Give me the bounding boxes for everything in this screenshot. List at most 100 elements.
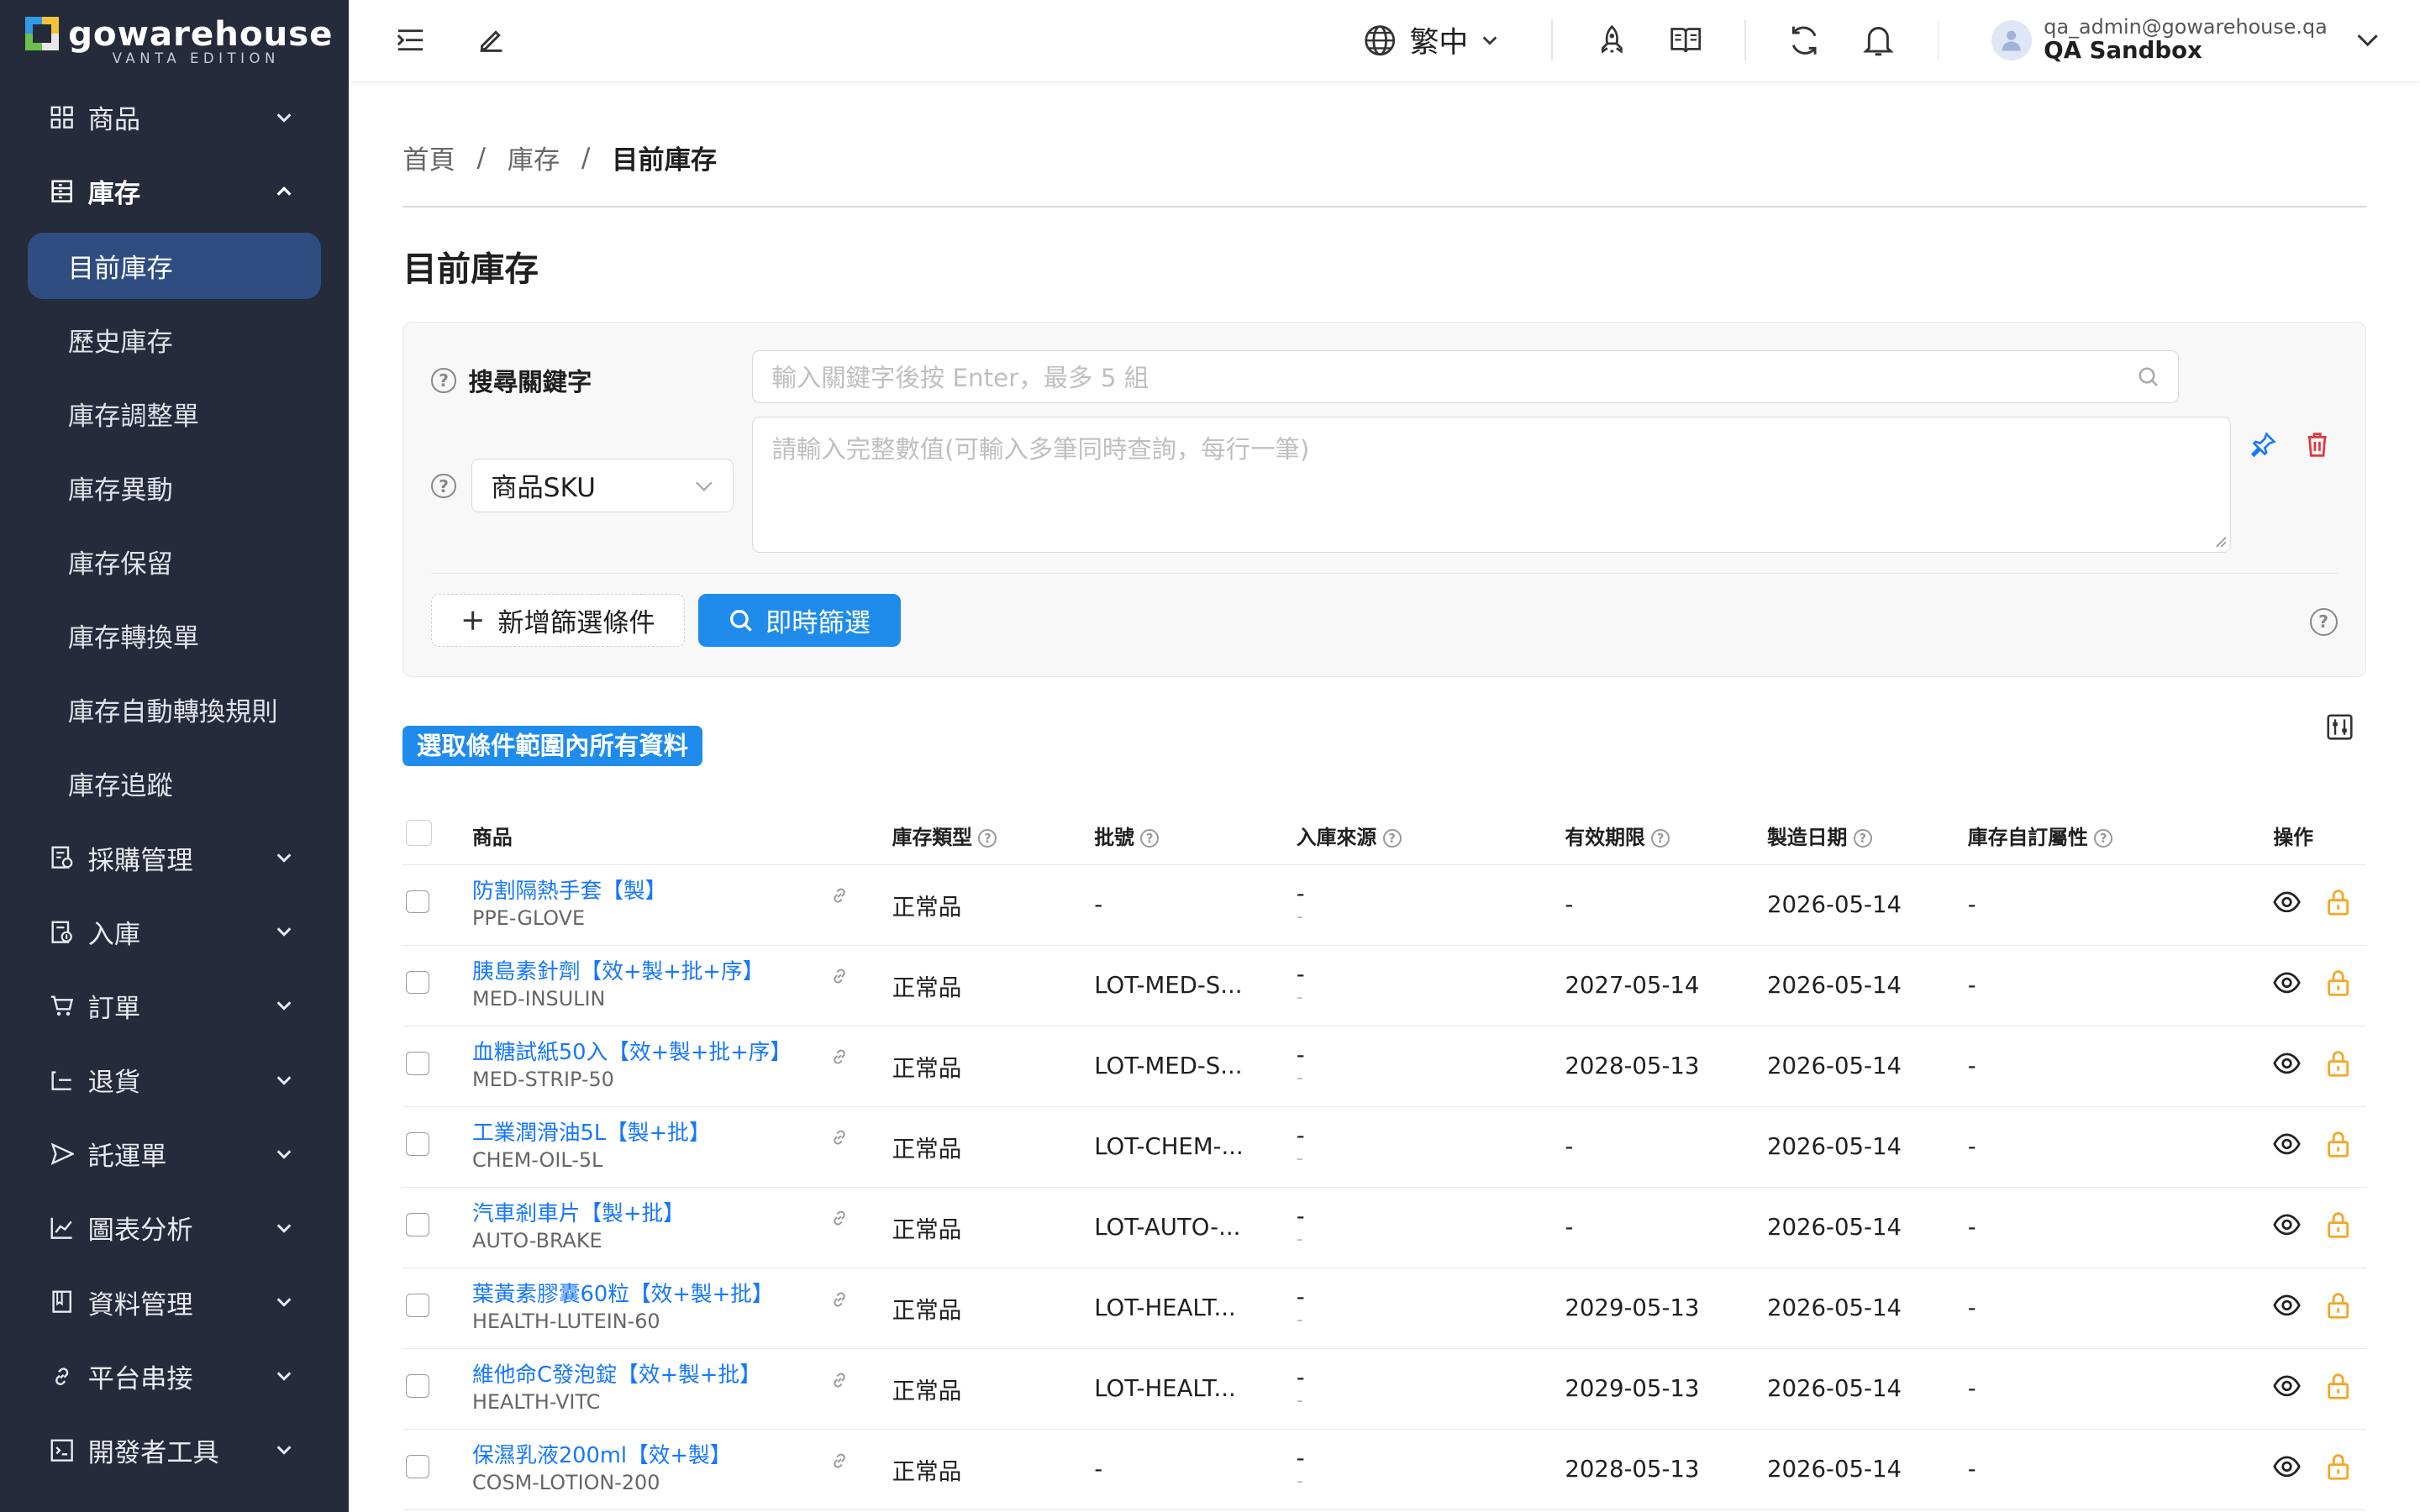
link-icon[interactable] — [830, 1449, 849, 1476]
sidebar-subitem[interactable]: 庫存轉換單 — [0, 599, 349, 673]
select-all-checkbox[interactable] — [406, 819, 433, 846]
product-name-link[interactable]: 葉黃素膠囊60粒【效+製+批】 — [472, 1281, 892, 1309]
sidebar-item[interactable]: 訂單 — [0, 969, 349, 1042]
expiry-date: 2028-05-13 — [1565, 1053, 1700, 1080]
sidebar-item[interactable]: 圖表分析 — [0, 1191, 349, 1265]
product-name-link[interactable]: 胰島素針劑【效+製+批+序】 — [472, 958, 892, 986]
field-select[interactable]: 商品SKU — [471, 458, 734, 513]
view-eye-icon[interactable] — [2273, 1214, 2302, 1242]
column-settings-icon[interactable] — [2326, 713, 2354, 747]
row-checkbox[interactable] — [406, 1455, 429, 1478]
pin-icon[interactable] — [2249, 431, 2277, 465]
divider — [1744, 19, 1746, 60]
lock-icon[interactable] — [2326, 1049, 2350, 1083]
help-icon[interactable]: ? — [1140, 829, 1160, 848]
sidebar-subitem[interactable]: 目前庫存 — [28, 233, 322, 300]
link-icon[interactable] — [830, 1368, 849, 1395]
view-eye-icon[interactable] — [2273, 972, 2302, 1000]
sidebar-subitem[interactable]: 庫存追蹤 — [0, 747, 349, 821]
resize-handle-icon[interactable] — [2215, 536, 2228, 549]
lock-icon[interactable] — [2326, 1291, 2350, 1325]
product-name-link[interactable]: 工業潤滑油5L【製+批】 — [472, 1120, 892, 1147]
bell-icon[interactable] — [1860, 22, 1897, 59]
row-checkbox[interactable] — [406, 1132, 429, 1156]
select-all-button[interactable]: 選取條件範圍內所有資料 — [402, 726, 702, 767]
stock-type: 正常品 — [892, 1458, 962, 1486]
edit-icon[interactable] — [472, 22, 509, 59]
help-icon[interactable]: ? — [2094, 829, 2113, 848]
refresh-icon[interactable] — [1786, 22, 1823, 59]
view-eye-icon[interactable] — [2273, 1294, 2302, 1322]
link-icon[interactable] — [830, 1045, 849, 1072]
help-icon[interactable]: ? — [431, 368, 456, 393]
rocket-icon[interactable] — [1593, 22, 1630, 59]
row-checkbox[interactable] — [406, 1213, 429, 1236]
link-icon[interactable] — [830, 1207, 849, 1234]
sidebar-subitem[interactable]: 歷史庫存 — [0, 302, 349, 376]
product-name-link[interactable]: 血糖試紙50入【效+製+批+序】 — [472, 1039, 892, 1067]
link-icon[interactable] — [830, 964, 849, 991]
sidebar-item[interactable]: 開發者工具 — [0, 1413, 349, 1487]
help-icon[interactable]: ? — [1651, 829, 1670, 848]
search-input[interactable]: 輸入關鍵字後按 Enter，最多 5 組 — [752, 350, 2179, 403]
sidebar-subitem[interactable]: 庫存調整單 — [0, 376, 349, 450]
help-icon[interactable]: ? — [1382, 829, 1402, 848]
mfg-date: 2026-05-14 — [1766, 1053, 1902, 1080]
lock-icon[interactable] — [2326, 1210, 2350, 1244]
link-icon[interactable] — [830, 1288, 849, 1315]
product-sku: MED-STRIP-50 — [472, 1068, 614, 1092]
link-icon[interactable] — [830, 1126, 849, 1152]
product-name-link[interactable]: 維他命C發泡錠【效+製+批】 — [472, 1362, 892, 1389]
breadcrumb-current: 目前庫存 — [612, 145, 718, 176]
header-lot: 批號? — [1094, 821, 1297, 850]
logo[interactable]: gowarehouse VANTA EDITION — [0, 0, 349, 81]
filter-panel: ? 搜尋關鍵字 輸入關鍵字後按 Enter，最多 5 組 ? 商品SKU 請輸入… — [402, 322, 2366, 677]
product-name-link[interactable]: 防割隔熱手套【製】 — [472, 878, 892, 906]
view-eye-icon[interactable] — [2273, 891, 2302, 919]
delete-icon[interactable] — [2305, 431, 2329, 465]
sidebar-item[interactable]: 退貨 — [0, 1043, 349, 1117]
row-checkbox[interactable] — [406, 1294, 429, 1317]
sidebar-item[interactable]: 資料管理 — [0, 1265, 349, 1339]
lock-icon[interactable] — [2326, 969, 2350, 1002]
row-checkbox[interactable] — [406, 1374, 429, 1398]
sidebar-subitem[interactable]: 庫存保留 — [0, 524, 349, 598]
lock-icon[interactable] — [2326, 1130, 2350, 1163]
sidebar-item[interactable]: 託運單 — [0, 1117, 349, 1191]
sidebar-subitem[interactable]: 庫存異動 — [0, 450, 349, 524]
apply-filter-button[interactable]: 即時篩選 — [698, 594, 901, 647]
collapse-menu-icon[interactable] — [392, 22, 429, 59]
view-eye-icon[interactable] — [2273, 1053, 2302, 1080]
help-icon[interactable]: ? — [431, 474, 456, 499]
sidebar-item[interactable]: 庫存 — [0, 155, 349, 228]
sidebar-subitem[interactable]: 庫存自動轉換規則 — [0, 673, 349, 747]
language-switcher[interactable]: 繁中 — [1363, 19, 1499, 61]
table-row: 汽車剎車片【製+批】 AUTO-BRAKE 正常品 LOT-AUTO-... - - -20… — [402, 1188, 2366, 1268]
link-icon[interactable] — [830, 884, 849, 911]
row-checkbox[interactable] — [406, 970, 429, 995]
sidebar-item[interactable]: 採購管理 — [0, 821, 349, 895]
user-menu[interactable]: qa_admin@gowarehouse.qa QA Sandbox — [1991, 16, 2420, 63]
lock-icon[interactable] — [2326, 1372, 2350, 1405]
view-eye-icon[interactable] — [2273, 1133, 2302, 1161]
sku-textarea[interactable]: 請輸入完整數值(可輸入多筆同時查詢，每行一筆) — [752, 417, 2232, 553]
breadcrumb-inventory[interactable]: 庫存 — [508, 139, 560, 176]
product-name-link[interactable]: 汽車剎車片【製+批】 — [472, 1200, 892, 1228]
product-name-link[interactable]: 保濕乳液200ml【效+製】 — [472, 1442, 892, 1470]
row-checkbox[interactable] — [406, 1051, 429, 1075]
help-icon[interactable]: ? — [1853, 829, 1872, 848]
lock-icon[interactable] — [2326, 1452, 2350, 1486]
view-eye-icon[interactable] — [2273, 1456, 2302, 1483]
sidebar-item[interactable]: 入庫 — [0, 895, 349, 969]
row-checkbox[interactable] — [406, 890, 429, 914]
breadcrumb-home[interactable]: 首頁 — [402, 139, 455, 176]
add-condition-button[interactable]: 新增篩選條件 — [431, 594, 685, 647]
help-icon[interactable]: ? — [978, 829, 997, 848]
help-icon[interactable]: ? — [2309, 607, 2338, 636]
view-eye-icon[interactable] — [2273, 1375, 2302, 1403]
sidebar-item[interactable]: 商品 — [0, 81, 349, 155]
sidebar-item[interactable]: 平台串接 — [0, 1339, 349, 1413]
table-row: 維他命C發泡錠【效+製+批】 HEALTH-VITC 正常品 LOT-HEALT...… — [402, 1349, 2366, 1430]
lock-icon[interactable] — [2326, 888, 2350, 921]
docs-book-icon[interactable] — [1667, 22, 1704, 59]
